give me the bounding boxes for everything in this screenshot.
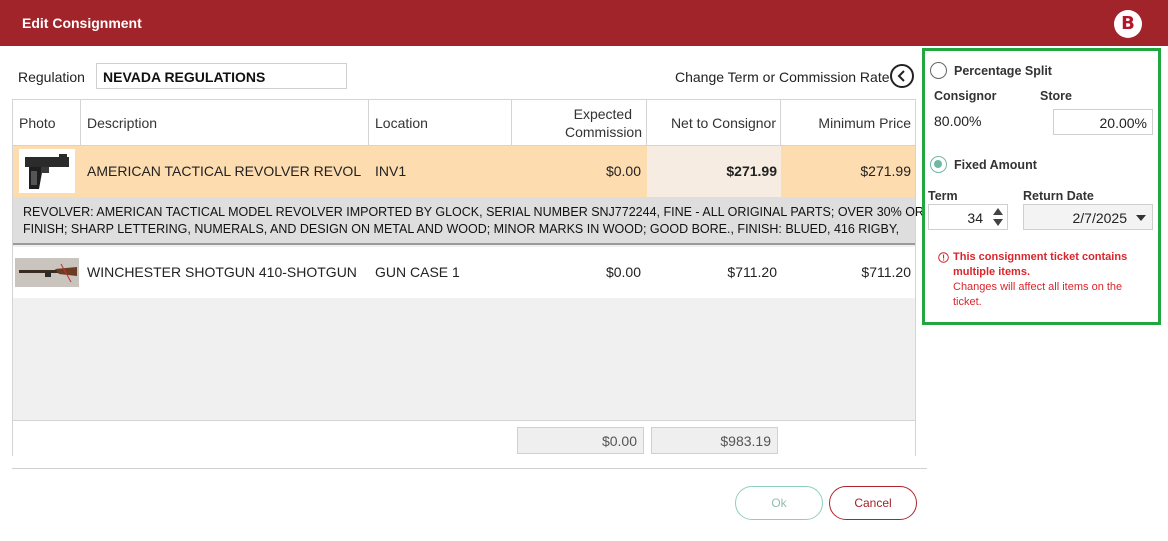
return-date-value: 2/7/2025 <box>1072 210 1128 226</box>
location-cell: INV1 <box>369 146 512 197</box>
cell-text: $0.00 <box>605 163 641 179</box>
table-row[interactable]: AMERICAN TACTICAL REVOLVER REVOL INV1 $0… <box>13 146 915 197</box>
header-label: Net to Consignor <box>670 115 776 131</box>
location-cell: GUN CASE 1 <box>369 247 512 298</box>
cell-text: $0.00 <box>605 264 641 280</box>
header-label: Expected <box>573 106 632 122</box>
description-cell: AMERICAN TACTICAL REVOLVER REVOL <box>81 146 369 197</box>
revolver-photo-icon <box>19 149 75 193</box>
photo-cell <box>13 247 81 298</box>
cancel-button[interactable]: Cancel <box>829 486 917 520</box>
header-label: Location <box>375 115 428 131</box>
totals-row: $0.00 $983.19 <box>13 420 915 456</box>
total-net-to-consignor: $983.19 <box>651 427 778 454</box>
stepper-down-icon[interactable] <box>993 219 1003 226</box>
photo-cell <box>13 146 81 197</box>
header-label: Photo <box>19 115 56 131</box>
column-header-description[interactable]: Description <box>81 100 369 146</box>
total-expected-commission: $0.00 <box>517 427 644 454</box>
change-term-label[interactable]: Change Term or Commission Rate <box>675 69 890 85</box>
cell-text: $271.99 <box>726 163 777 179</box>
table-row[interactable]: WINCHESTER SHOTGUN 410-SHOTGUN GUN CASE … <box>13 247 915 298</box>
item-detail-description: REVOLVER: AMERICAN TACTICAL MODEL REVOLV… <box>13 197 965 245</box>
header-label: Commission <box>564 124 642 140</box>
regulation-field[interactable]: NEVADA REGULATIONS <box>96 63 347 89</box>
cell-text: INV1 <box>375 163 407 179</box>
brand-logo-icon: B <box>1114 10 1142 38</box>
column-header-location[interactable]: Location <box>369 100 512 146</box>
net-to-consignor-cell[interactable]: $271.99 <box>647 146 781 197</box>
consignor-label: Consignor <box>934 89 997 103</box>
term-value: 34 <box>967 210 983 226</box>
chevron-down-icon <box>1136 215 1146 221</box>
column-header-minimum-price[interactable]: Minimum Price <box>781 100 915 146</box>
store-label: Store <box>1040 89 1072 103</box>
consignor-percentage: 80.00% <box>934 113 982 129</box>
window-title: Edit Consignment <box>22 15 142 31</box>
items-grid[interactable]: Photo Description Location Expected Comm… <box>12 99 965 456</box>
net-to-consignor-cell[interactable]: $711.20 <box>647 247 781 298</box>
collapse-panel-button[interactable] <box>890 64 914 88</box>
multiple-items-warning: This consignment ticket contains multipl… <box>938 250 1143 310</box>
stepper-up-icon[interactable] <box>993 208 1003 215</box>
chevron-left-icon <box>897 70 905 82</box>
commission-panel: Percentage Split Consignor Store 80.00% … <box>922 48 1161 325</box>
regulation-label: Regulation <box>18 69 85 85</box>
store-percentage-input[interactable]: 20.00% <box>1053 109 1153 135</box>
shotgun-photo-icon <box>15 258 79 287</box>
info-circle-icon <box>938 252 949 263</box>
percentage-split-label: Percentage Split <box>954 64 1052 78</box>
cell-text: GUN CASE 1 <box>375 264 460 280</box>
title-bar: Edit Consignment B <box>0 0 1168 46</box>
header-label: Description <box>87 115 158 131</box>
minimum-price-cell[interactable]: $271.99 <box>781 146 915 197</box>
fixed-amount-label: Fixed Amount <box>954 158 1037 172</box>
term-label: Term <box>928 189 958 203</box>
header-label: Minimum Price <box>818 115 911 131</box>
cell-text: $711.20 <box>727 264 777 280</box>
expected-commission-cell: $0.00 <box>512 146 647 197</box>
expected-commission-cell: $0.00 <box>512 247 647 298</box>
column-header-photo[interactable]: Photo <box>13 100 81 146</box>
cell-text: $271.99 <box>860 163 911 179</box>
ok-button[interactable]: Ok <box>735 486 823 520</box>
cell-text: AMERICAN TACTICAL REVOLVER REVOL <box>87 163 362 179</box>
divider <box>12 468 927 469</box>
minimum-price-cell[interactable]: $711.20 <box>781 247 915 298</box>
return-date-select[interactable]: 2/7/2025 <box>1023 204 1153 230</box>
percentage-split-radio[interactable] <box>930 62 947 79</box>
fixed-amount-radio[interactable] <box>930 156 947 173</box>
term-stepper[interactable]: 34 <box>928 204 1008 230</box>
description-cell: WINCHESTER SHOTGUN 410-SHOTGUN <box>81 247 369 298</box>
column-header-net-to-consignor[interactable]: Net to Consignor <box>647 100 781 146</box>
cell-text: $711.20 <box>861 264 911 280</box>
warning-title: This consignment ticket contains multipl… <box>953 251 1128 278</box>
return-date-label: Return Date <box>1023 189 1094 203</box>
warning-body: Changes will affect all items on the tic… <box>953 281 1123 308</box>
detail-line: REVOLVER: AMERICAN TACTICAL MODEL REVOLV… <box>23 205 965 219</box>
column-header-expected-commission[interactable]: Expected Commission <box>512 100 647 146</box>
detail-line: FINISH; SHARP LETTERING, NUMERALS, AND D… <box>23 222 900 236</box>
cell-text: WINCHESTER SHOTGUN 410-SHOTGUN <box>87 264 357 280</box>
